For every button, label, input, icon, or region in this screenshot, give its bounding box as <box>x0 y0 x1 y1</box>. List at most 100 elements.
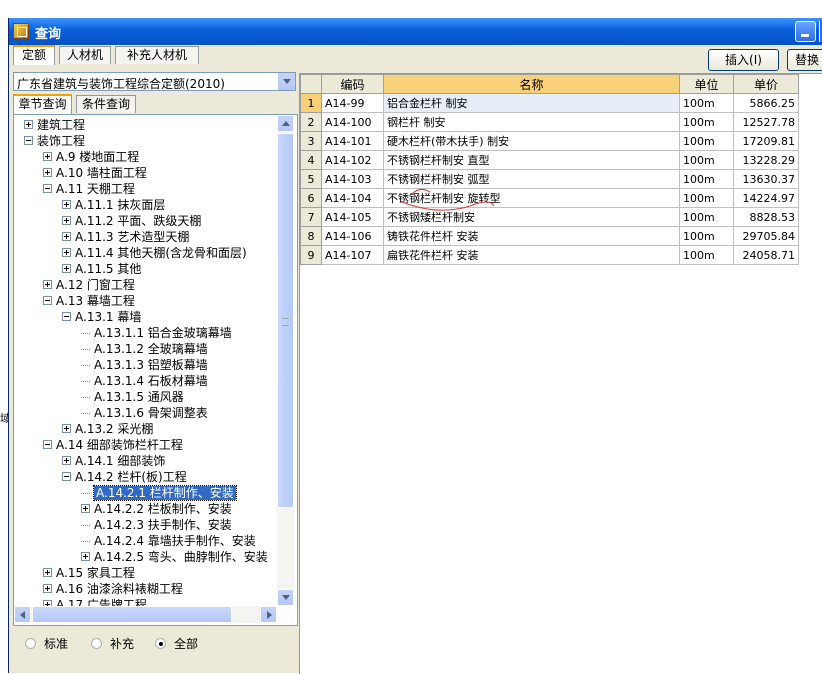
price-cell[interactable]: 24058.71 <box>733 245 799 265</box>
tree-item[interactable]: A.11.2 平面、跌级天棚 <box>62 213 201 229</box>
tree-item[interactable]: A.14.2.4 靠墙扶手制作、安装 <box>81 533 256 549</box>
scroll-up-arrow-icon[interactable] <box>277 115 294 132</box>
name-cell[interactable]: 不锈钢矮栏杆制安 <box>383 207 680 227</box>
tree-item[interactable]: A.16 油漆涂料裱糊工程 <box>43 581 183 597</box>
radio-standard[interactable]: 标准 <box>25 635 68 652</box>
insert-button[interactable]: 插入(I) <box>708 49 779 71</box>
column-header-unit[interactable]: 单位 <box>679 74 734 94</box>
table-row[interactable]: 3 A14-101 硬木栏杆(带木扶手) 制安 100m 17209.81 <box>300 131 799 151</box>
row-number-cell[interactable]: 4 <box>300 150 322 170</box>
quota-library-select[interactable]: 广东省建筑与装饰工程综合定额(2010) <box>13 72 296 91</box>
price-cell[interactable]: 5866.25 <box>733 93 799 113</box>
unit-cell[interactable]: 100m <box>679 150 734 170</box>
minimize-button[interactable] <box>795 21 816 42</box>
tree-item[interactable]: A.11.3 艺术造型天棚 <box>62 229 189 245</box>
name-cell[interactable]: 钢栏杆 制安 <box>383 112 680 132</box>
name-cell[interactable]: 硬木栏杆(带木扶手) 制安 <box>383 131 680 151</box>
tab-condition-query[interactable]: 条件查询 <box>76 95 136 113</box>
name-cell[interactable]: 扁铁花件栏杆 安装 <box>383 245 680 265</box>
name-cell[interactable]: 不锈钢栏杆制安 旋转型 <box>383 188 680 208</box>
collapse-minus-icon[interactable] <box>43 184 52 193</box>
tree-item[interactable]: A.14.2.5 弯头、曲脖制作、安装 <box>81 549 268 565</box>
expand-plus-icon[interactable] <box>62 232 71 241</box>
tree-item[interactable]: A.13.2 采光棚 <box>62 421 153 437</box>
price-cell[interactable]: 13228.29 <box>733 150 799 170</box>
tree-item[interactable]: A.12 门窗工程 <box>43 277 135 293</box>
unit-cell[interactable]: 100m <box>679 131 734 151</box>
collapse-minus-icon[interactable] <box>43 440 52 449</box>
code-cell[interactable]: A14-103 <box>321 169 384 189</box>
name-cell[interactable]: 铝合金栏杆 制安 <box>383 93 680 113</box>
table-row[interactable]: 1 A14-99 铝合金栏杆 制安 100m 5866.25 <box>300 93 799 113</box>
code-cell[interactable]: A14-105 <box>321 207 384 227</box>
table-row[interactable]: 2 A14-100 钢栏杆 制安 100m 12527.78 <box>300 112 799 132</box>
tree-item[interactable]: A.11.1 抹灰面层 <box>62 197 165 213</box>
collapse-minus-icon[interactable] <box>62 312 71 321</box>
code-cell[interactable]: A14-106 <box>321 226 384 246</box>
tree-item[interactable]: A.11.5 其他 <box>62 261 141 277</box>
scroll-right-arrow-icon[interactable] <box>260 606 277 623</box>
expand-plus-icon[interactable] <box>24 120 33 129</box>
name-cell[interactable]: 铸铁花件栏杆 安装 <box>383 226 680 246</box>
row-number-cell[interactable]: 8 <box>300 226 322 246</box>
column-header-price[interactable]: 单价 <box>733 74 799 94</box>
name-cell[interactable]: 不锈钢栏杆制安 弧型 <box>383 169 680 189</box>
horizontal-scroll-thumb[interactable] <box>32 606 232 623</box>
tree-item[interactable]: A.11 天棚工程 <box>43 181 135 197</box>
chevron-down-icon[interactable] <box>278 73 295 90</box>
expand-plus-icon[interactable] <box>62 424 71 433</box>
row-number-cell[interactable]: 2 <box>300 112 322 132</box>
tree-item[interactable]: A.13.1.5 通风器 <box>81 389 184 405</box>
tree-horizontal-scrollbar[interactable] <box>14 606 277 623</box>
replace-button[interactable]: 替换 <box>787 49 822 71</box>
expand-plus-icon[interactable] <box>62 264 71 273</box>
collapse-minus-icon[interactable] <box>62 472 71 481</box>
scroll-left-arrow-icon[interactable] <box>14 606 31 623</box>
table-row[interactable]: 5 A14-103 不锈钢栏杆制安 弧型 100m 13630.37 <box>300 169 799 189</box>
code-cell[interactable]: A14-102 <box>321 150 384 170</box>
tree-item[interactable]: 装饰工程 <box>24 133 85 149</box>
collapse-minus-icon[interactable] <box>24 136 33 145</box>
table-row[interactable]: 4 A14-102 不锈钢栏杆制安 直型 100m 13228.29 <box>300 150 799 170</box>
radio-all[interactable]: 全部 <box>155 635 198 652</box>
price-cell[interactable]: 29705.84 <box>733 226 799 246</box>
price-cell[interactable]: 12527.78 <box>733 112 799 132</box>
tree-item[interactable]: A.10 墙柱面工程 <box>43 165 147 181</box>
tree-item[interactable]: A.13 幕墙工程 <box>43 293 135 309</box>
row-number-cell[interactable]: 5 <box>300 169 322 189</box>
tab-supplementary-lmm[interactable]: 补充人材机 <box>115 46 199 64</box>
code-cell[interactable]: A14-101 <box>321 131 384 151</box>
tree-item[interactable]: A.13.1.1 铝合金玻璃幕墙 <box>81 325 232 341</box>
expand-plus-icon[interactable] <box>43 584 52 593</box>
table-row[interactable]: 7 A14-105 不锈钢矮栏杆制安 100m 8828.53 <box>300 207 799 227</box>
tree-item[interactable]: A.15 家具工程 <box>43 565 135 581</box>
tab-labor-material-machine[interactable]: 人材机 <box>59 46 111 64</box>
tree-item[interactable]: A.13.1 幕墙 <box>62 309 141 325</box>
tree-vertical-scrollbar[interactable] <box>277 115 294 606</box>
expand-plus-icon[interactable] <box>81 552 90 561</box>
unit-cell[interactable]: 100m <box>679 93 734 113</box>
tree-item[interactable]: A.13.1.3 铝塑板幕墙 <box>81 357 208 373</box>
tree-item[interactable]: A.14.1 细部装饰 <box>62 453 165 469</box>
expand-plus-icon[interactable] <box>62 456 71 465</box>
row-number-cell[interactable]: 9 <box>300 245 322 265</box>
unit-cell[interactable]: 100m <box>679 226 734 246</box>
price-cell[interactable]: 14224.97 <box>733 188 799 208</box>
tree-item[interactable]: A.14.2 栏杆(板)工程 <box>62 469 187 485</box>
row-number-cell[interactable]: 6 <box>300 188 322 208</box>
unit-cell[interactable]: 100m <box>679 245 734 265</box>
tree-item[interactable]: A.13.1.4 石板材幕墙 <box>81 373 208 389</box>
expand-plus-icon[interactable] <box>43 168 52 177</box>
radio-supplementary[interactable]: 补充 <box>91 635 134 652</box>
code-cell[interactable]: A14-107 <box>321 245 384 265</box>
expand-plus-icon[interactable] <box>62 200 71 209</box>
expand-plus-icon[interactable] <box>81 504 90 513</box>
unit-cell[interactable]: 100m <box>679 169 734 189</box>
tree-item[interactable]: A.14.2.2 栏板制作、安装 <box>81 501 232 517</box>
table-row[interactable]: 8 A14-106 铸铁花件栏杆 安装 100m 29705.84 <box>300 226 799 246</box>
tree-item[interactable]: A.9 楼地面工程 <box>43 149 139 165</box>
tree-item[interactable]: A.13.1.6 骨架调整表 <box>81 405 208 421</box>
tree-item[interactable]: A.11.4 其他天棚(含龙骨和面层) <box>62 245 247 261</box>
column-header-code[interactable]: 编码 <box>321 74 384 94</box>
code-cell[interactable]: A14-99 <box>321 93 384 113</box>
